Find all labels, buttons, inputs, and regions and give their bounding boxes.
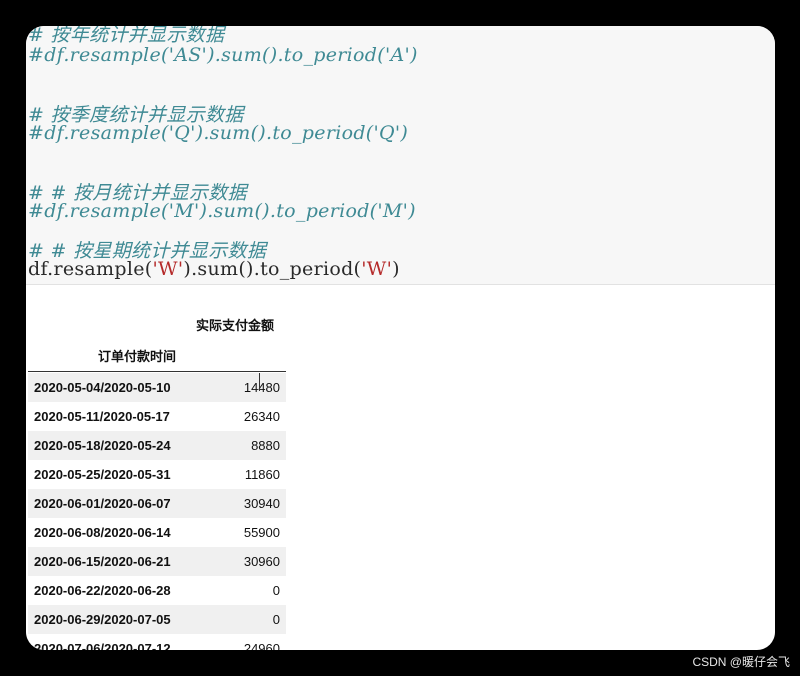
code-statement-line: df.resample('W').sum().to_period('W') — [28, 258, 400, 280]
row-index: 2020-05-18/2020-05-24 — [34, 438, 171, 453]
table-row: 2020-05-04/2020-05-10 14480 — [28, 373, 286, 402]
code-token: ).sum().to_period( — [183, 258, 362, 280]
table-row: 2020-07-06/2020-07-12 24960 — [28, 634, 286, 650]
row-index: 2020-06-08/2020-06-14 — [34, 525, 171, 540]
table-row: 2020-06-22/2020-06-28 0 — [28, 576, 286, 605]
row-value: 30960 — [243, 554, 280, 569]
table-row: 2020-06-08/2020-06-14 55900 — [28, 518, 286, 547]
row-value: 11860 — [244, 467, 280, 482]
row-index: 2020-06-15/2020-06-21 — [34, 554, 171, 569]
row-index: 2020-06-22/2020-06-28 — [34, 583, 171, 598]
table-row: 2020-05-25/2020-05-31 11860 — [28, 460, 286, 489]
table-row: 2020-05-18/2020-05-24 8880 — [28, 431, 286, 460]
row-index: 2020-05-04/2020-05-10 — [34, 380, 171, 395]
code-token: ) — [392, 258, 400, 280]
code-cell[interactable]: # 按年统计并显示数据 #df.resample('AS').sum().to_… — [26, 26, 775, 285]
text-cursor-icon — [259, 373, 269, 391]
header-divider — [28, 371, 286, 372]
code-token: df.resample( — [28, 258, 153, 280]
row-value: 30940 — [243, 496, 280, 511]
watermark: CSDN @暖仔会飞 — [692, 655, 790, 669]
output-dataframe: 实际支付金额 订单付款时间 2020-05-04/2020-05-10 1448… — [26, 285, 775, 650]
code-string-token: 'W' — [152, 258, 184, 280]
row-value: 24960 — [243, 641, 280, 650]
code-comment-line: #df.resample('AS').sum().to_period('A') — [28, 44, 418, 66]
table-row: 2020-05-11/2020-05-17 26340 — [28, 402, 286, 431]
table-row: 2020-06-15/2020-06-21 30960 — [28, 547, 286, 576]
code-comment-line: #df.resample('M').sum().to_period('M') — [28, 200, 416, 222]
code-string-token: 'W' — [361, 258, 393, 280]
row-index: 2020-06-29/2020-07-05 — [34, 612, 171, 627]
row-index: 2020-06-01/2020-06-07 — [34, 496, 171, 511]
row-index: 2020-07-06/2020-07-12 — [34, 641, 171, 650]
notebook-frame: # 按年统计并显示数据 #df.resample('AS').sum().to_… — [26, 26, 775, 650]
row-value: 26340 — [243, 409, 280, 424]
row-value: 55900 — [243, 525, 280, 540]
column-header: 实际支付金额 — [196, 318, 275, 333]
row-index: 2020-05-25/2020-05-31 — [34, 467, 171, 482]
index-header: 订单付款时间 — [98, 349, 177, 364]
row-value: 8880 — [251, 438, 280, 453]
row-value: 0 — [272, 583, 280, 598]
table-row: 2020-06-29/2020-07-05 0 — [28, 605, 286, 634]
row-value: 0 — [272, 612, 280, 627]
code-comment-line: #df.resample('Q').sum().to_period('Q') — [28, 122, 409, 144]
table-row: 2020-06-01/2020-06-07 30940 — [28, 489, 286, 518]
row-index: 2020-05-11/2020-05-17 — [34, 409, 170, 424]
